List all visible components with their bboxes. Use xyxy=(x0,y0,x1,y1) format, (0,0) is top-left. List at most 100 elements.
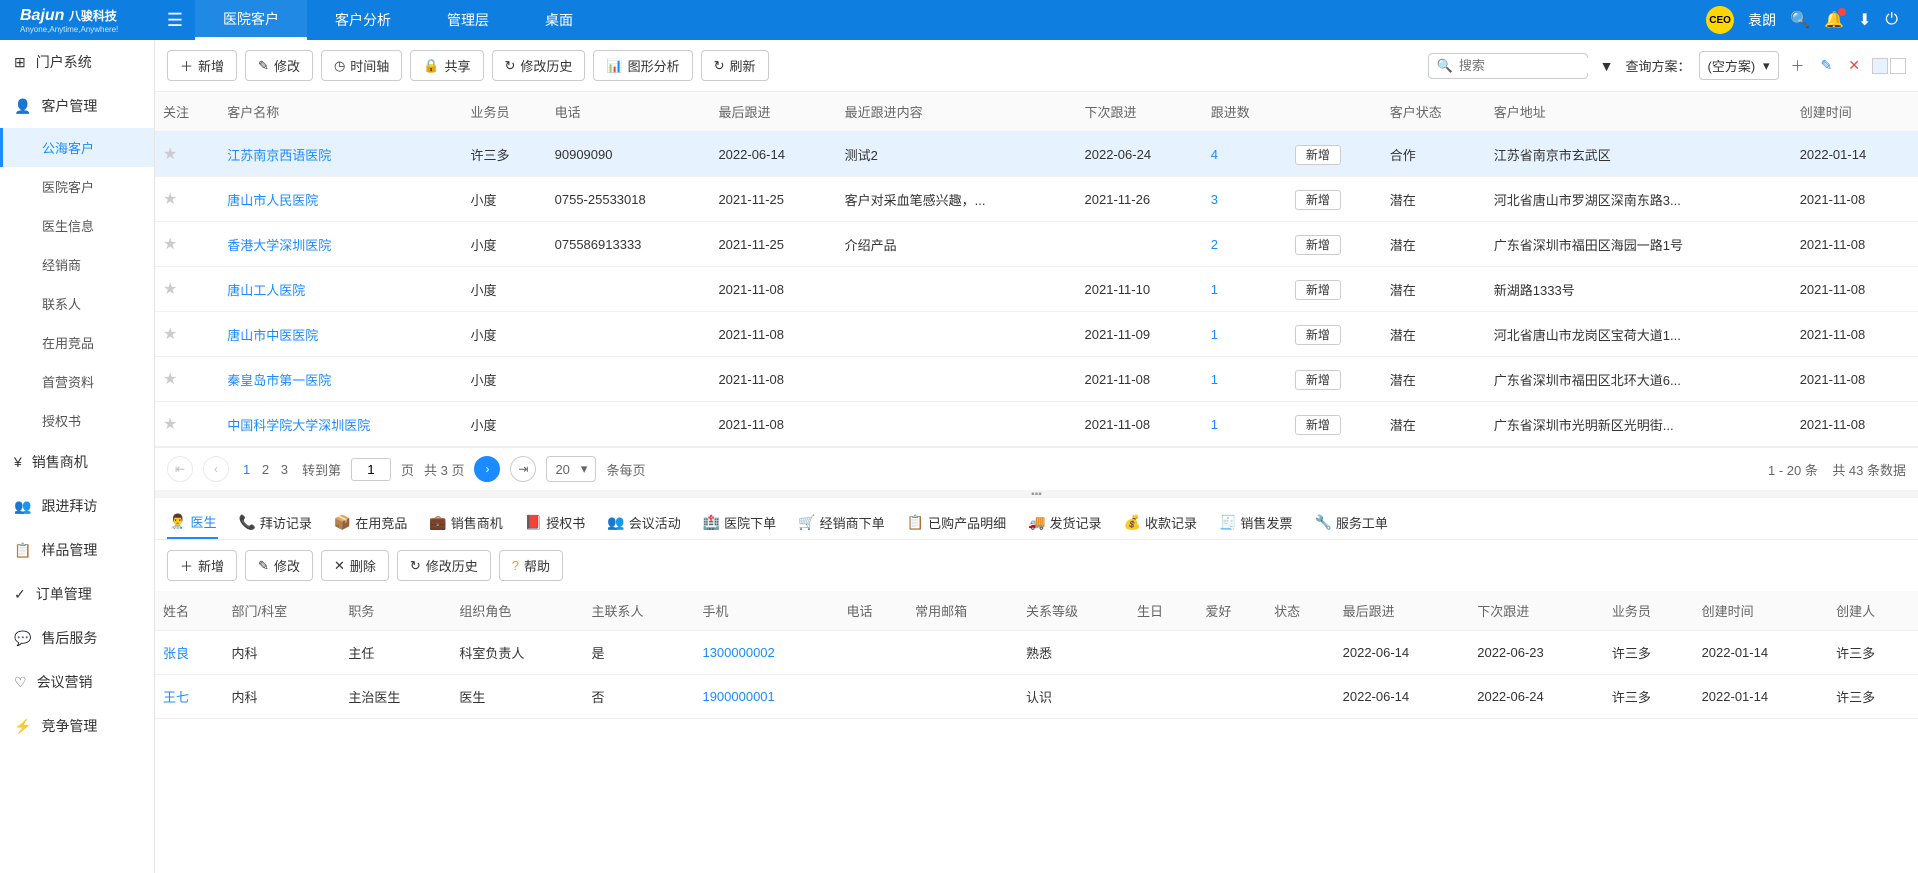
column-header[interactable]: 创建人 xyxy=(1828,591,1918,631)
column-header[interactable]: 客户地址 xyxy=(1486,92,1792,132)
column-header[interactable]: 常用邮箱 xyxy=(907,591,1018,631)
table-row[interactable]: ★秦皇岛市第一医院小度2021-11-082021-11-081新增潜在广东省深… xyxy=(155,357,1918,402)
column-header[interactable]: 关系等级 xyxy=(1018,591,1129,631)
toolbar-button[interactable]: 📊图形分析 xyxy=(593,50,692,81)
table-row[interactable]: ★唐山市中医医院小度2021-11-082021-11-091新增潜在河北省唐山… xyxy=(155,312,1918,357)
bell-icon[interactable]: 🔔 xyxy=(1824,10,1844,30)
page-next-icon[interactable]: › xyxy=(474,456,500,482)
sidebar-sub-item[interactable]: 首营资料 xyxy=(0,362,154,401)
sidebar-sub-item[interactable]: 经销商 xyxy=(0,245,154,284)
page-prev-icon[interactable]: ‹ xyxy=(203,456,229,482)
add-followup-button[interactable]: 新增 xyxy=(1295,190,1341,210)
doctor-link[interactable]: 张良 xyxy=(163,646,189,661)
sub-tab[interactable]: 🔧服务工单 xyxy=(1312,506,1389,539)
sidebar-item[interactable]: 👤客户管理 xyxy=(0,84,154,128)
count-link[interactable]: 1 xyxy=(1211,327,1218,342)
star-icon[interactable]: ★ xyxy=(163,146,177,163)
column-header[interactable]: 手机 xyxy=(694,591,838,631)
column-header[interactable]: 电话 xyxy=(547,92,711,132)
toolbar-button[interactable]: 🔒共享 xyxy=(410,50,483,81)
sub-tab[interactable]: 📞拜访记录 xyxy=(236,506,313,539)
sidebar-item[interactable]: ♡会议营销 xyxy=(0,660,154,704)
sub-toolbar-button[interactable]: ↻修改历史 xyxy=(397,550,491,581)
column-header[interactable]: 最近跟进内容 xyxy=(837,92,1077,132)
column-header[interactable]: 客户名称 xyxy=(219,92,462,132)
toolbar-button[interactable]: ＋新增 xyxy=(167,50,237,81)
column-header[interactable]: 业务员 xyxy=(463,92,547,132)
sub-toolbar-button[interactable]: ✎修改 xyxy=(245,550,313,581)
doctor-link[interactable]: 王七 xyxy=(163,690,189,705)
top-nav-item[interactable]: 桌面 xyxy=(517,0,601,40)
add-followup-button[interactable]: 新增 xyxy=(1295,325,1341,345)
page-number[interactable]: 3 xyxy=(277,462,292,477)
star-icon[interactable]: ★ xyxy=(163,281,177,298)
edit-scheme-icon[interactable]: ✎ xyxy=(1817,53,1837,78)
top-nav-item[interactable]: 客户分析 xyxy=(307,0,419,40)
customer-link[interactable]: 中国科学院大学深圳医院 xyxy=(227,418,370,433)
sidebar-item[interactable]: 📋样品管理 xyxy=(0,528,154,572)
column-header[interactable]: 业务员 xyxy=(1604,591,1694,631)
column-header[interactable]: 组织角色 xyxy=(451,591,583,631)
star-icon[interactable]: ★ xyxy=(163,236,177,253)
sub-tab[interactable]: 🧾销售发票 xyxy=(1217,506,1294,539)
search-icon[interactable]: 🔍 xyxy=(1790,10,1810,30)
customer-link[interactable]: 唐山市人民医院 xyxy=(227,193,318,208)
column-header[interactable]: 最后跟进 xyxy=(710,92,836,132)
customer-link[interactable]: 江苏南京西语医院 xyxy=(227,148,331,163)
delete-scheme-icon[interactable]: ✕ xyxy=(1844,53,1864,78)
table-row[interactable]: ★唐山工人医院小度2021-11-082021-11-101新增潜在新湖路133… xyxy=(155,267,1918,312)
table-row[interactable]: ★江苏南京西语医院许三多909090902022-06-14测试22022-06… xyxy=(155,132,1918,177)
sidebar-item[interactable]: 💬售后服务 xyxy=(0,616,154,660)
menu-toggle-icon[interactable]: ☰ xyxy=(155,10,195,31)
column-header[interactable]: 跟进数 xyxy=(1203,92,1287,132)
column-header[interactable]: 关注 xyxy=(155,92,219,132)
toolbar-button[interactable]: ◷时间轴 xyxy=(321,50,402,81)
sub-tab[interactable]: 👥会议活动 xyxy=(605,506,682,539)
sidebar-sub-item[interactable]: 医院客户 xyxy=(0,167,154,206)
page-last-icon[interactable]: ⇥ xyxy=(510,456,536,482)
column-header[interactable]: 创建时间 xyxy=(1792,92,1918,132)
avatar[interactable]: CEO xyxy=(1706,6,1734,34)
column-header[interactable]: 电话 xyxy=(839,591,908,631)
sidebar-sub-item[interactable]: 公海客户 xyxy=(0,128,154,167)
sidebar-item[interactable]: ✓订单管理 xyxy=(0,572,154,616)
count-link[interactable]: 3 xyxy=(1211,192,1218,207)
column-header[interactable]: 创建时间 xyxy=(1694,591,1829,631)
column-header[interactable]: 最后跟进 xyxy=(1335,591,1470,631)
sidebar-item[interactable]: ¥销售商机 xyxy=(0,440,154,484)
count-link[interactable]: 4 xyxy=(1211,147,1218,162)
column-header[interactable]: 主联系人 xyxy=(584,591,695,631)
add-followup-button[interactable]: 新增 xyxy=(1295,370,1341,390)
power-icon[interactable]: ⏻ xyxy=(1885,11,1898,29)
goto-input[interactable] xyxy=(351,458,391,481)
add-scheme-icon[interactable]: ＋ xyxy=(1787,52,1809,80)
mobile-link[interactable]: 1900000001 xyxy=(702,689,774,704)
table-row[interactable]: 张良内科主任科室负责人是1300000002熟悉2022-06-142022-0… xyxy=(155,631,1918,675)
sidebar-item[interactable]: ⚡竞争管理 xyxy=(0,704,154,748)
column-header[interactable]: 下次跟进 xyxy=(1077,92,1203,132)
page-size-select[interactable]: 20▾ xyxy=(546,456,596,482)
sub-tab[interactable]: 🛒经销商下单 xyxy=(796,506,886,539)
table-row[interactable]: ★唐山市人民医院小度0755-255330182021-11-25客户对采血笔感… xyxy=(155,177,1918,222)
mobile-link[interactable]: 1300000002 xyxy=(702,645,774,660)
count-link[interactable]: 2 xyxy=(1211,237,1218,252)
column-header[interactable]: 状态 xyxy=(1266,591,1335,631)
customer-link[interactable]: 秦皇岛市第一医院 xyxy=(227,373,331,388)
sidebar-sub-item[interactable]: 在用竞品 xyxy=(0,323,154,362)
query-scheme-select[interactable]: (空方案)▾ xyxy=(1699,51,1779,80)
column-header[interactable]: 部门/科室 xyxy=(224,591,341,631)
star-icon[interactable]: ★ xyxy=(163,191,177,208)
table-row[interactable]: ★香港大学深圳医院小度0755869133332021-11-25介绍产品2新增… xyxy=(155,222,1918,267)
sub-toolbar-button[interactable]: ＋新增 xyxy=(167,550,237,581)
column-header[interactable] xyxy=(1287,92,1382,132)
table-row[interactable]: ★中国科学院大学深圳医院小度2021-11-082021-11-081新增潜在广… xyxy=(155,402,1918,447)
sub-tab[interactable]: 🏥医院下单 xyxy=(701,506,778,539)
count-link[interactable]: 1 xyxy=(1211,282,1218,297)
username[interactable]: 袁朗 xyxy=(1748,10,1776,30)
star-icon[interactable]: ★ xyxy=(163,416,177,433)
page-number[interactable]: 1 xyxy=(239,462,254,477)
add-followup-button[interactable]: 新增 xyxy=(1295,415,1341,435)
sub-tab[interactable]: 📕授权书 xyxy=(523,506,587,539)
sidebar-item[interactable]: ⊞门户系统 xyxy=(0,40,154,84)
toolbar-button[interactable]: ↻修改历史 xyxy=(492,50,586,81)
